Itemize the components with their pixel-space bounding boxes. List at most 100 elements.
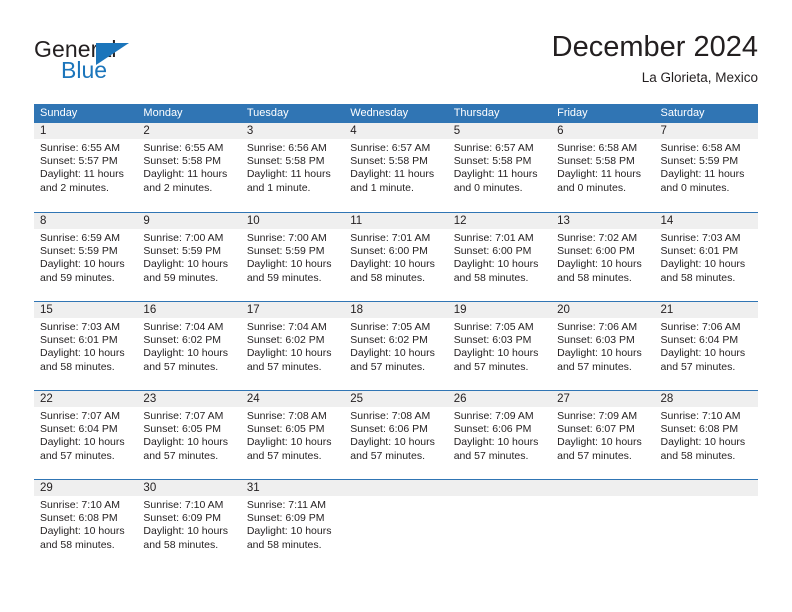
calendar-day-cell[interactable]: 30 Sunrise: 7:10 AM Sunset: 6:09 PM Dayligh… <box>137 480 240 568</box>
daylight-text: Daylight: 10 hours and 58 minutes. <box>246 525 332 551</box>
day-sun-info: Sunrise: 6:56 AM Sunset: 5:58 PM Daylight:… <box>247 142 344 195</box>
title-block: December 2024 La Glorieta, Mexico <box>552 30 758 88</box>
calendar-day-cell[interactable]: 13 Sunrise: 7:02 AM Sunset: 6:00 PM Dayligh… <box>551 213 654 301</box>
calendar-day-cell[interactable]: 4 Sunrise: 6:57 AM Sunset: 5:58 PM Daylight… <box>344 123 447 212</box>
week-day-cells: 8 Sunrise: 6:59 AM Sunset: 5:59 PM Daylight… <box>34 213 758 301</box>
calendar-day-cell[interactable]: 2 Sunrise: 6:55 AM Sunset: 5:58 PM Daylight… <box>137 123 240 212</box>
sunrise-text: Sunrise: 7:00 AM <box>143 232 224 244</box>
day-sun-info: Sunrise: 7:07 AM Sunset: 6:04 PM Daylight:… <box>40 410 137 463</box>
daylight-text: Daylight: 11 hours and 2 minutes. <box>143 168 228 194</box>
calendar-day-cell[interactable]: 3 Sunrise: 6:56 AM Sunset: 5:58 PM Daylight… <box>241 123 344 212</box>
sunrise-text: Sunrise: 6:58 AM <box>660 142 741 154</box>
sunset-text: Sunset: 6:07 PM <box>557 423 635 436</box>
sunset-text: Sunset: 6:04 PM <box>660 334 739 347</box>
sunset-text: Sunset: 6:08 PM <box>40 512 118 525</box>
calendar-day-cell[interactable]: 29 Sunrise: 7:10 AM Sunset: 6:08 PM Dayligh… <box>34 480 137 568</box>
sunset-text: Sunset: 5:59 PM <box>246 245 325 258</box>
daylight-text: Daylight: 10 hours and 57 minutes. <box>246 436 332 462</box>
sunrise-text: Sunrise: 7:09 AM <box>557 410 638 422</box>
daylight-text: Daylight: 11 hours and 2 minutes. <box>40 168 124 194</box>
day-number: 1 <box>40 125 47 137</box>
calendar-day-cell[interactable]: 10 Sunrise: 7:00 AM Sunset: 5:59 PM Dayligh… <box>241 213 344 301</box>
calendar-day-cell[interactable]: 25 Sunrise: 7:08 AM Sunset: 6:06 PM Dayligh… <box>344 391 447 479</box>
calendar-day-cell[interactable]: 28 Sunrise: 7:10 AM Sunset: 6:08 PM Dayligh… <box>655 391 758 479</box>
day-sun-info: Sunrise: 7:06 AM Sunset: 6:03 PM Daylight:… <box>557 321 654 374</box>
sunrise-text: Sunrise: 7:07 AM <box>40 410 120 422</box>
sunset-text: Sunset: 5:58 PM <box>350 155 428 168</box>
calendar-day-cell[interactable]: 1 Sunrise: 6:55 AM Sunset: 5:57 PM Daylight… <box>34 123 137 212</box>
calendar-day-cell[interactable]: 26 Sunrise: 7:09 AM Sunset: 6:06 PM Dayligh… <box>448 391 551 479</box>
daylight-text: Daylight: 10 hours and 57 minutes. <box>143 436 229 462</box>
sunrise-text: Sunrise: 7:10 AM <box>143 499 224 511</box>
sunrise-text: Sunrise: 6:57 AM <box>350 142 431 154</box>
day-sun-info: Sunrise: 7:03 AM Sunset: 6:01 PM Daylight:… <box>661 232 758 285</box>
daylight-text: Daylight: 10 hours and 57 minutes. <box>246 347 332 373</box>
daylight-text: Daylight: 10 hours and 57 minutes. <box>557 436 642 462</box>
day-number: 5 <box>453 125 461 137</box>
sunrise-text: Sunrise: 7:05 AM <box>350 321 431 333</box>
calendar-day-cell[interactable]: 20 Sunrise: 7:06 AM Sunset: 6:03 PM Dayligh… <box>551 302 654 390</box>
calendar-day-cell[interactable]: 7 Sunrise: 6:58 AM Sunset: 5:59 PM Daylight… <box>655 123 758 212</box>
calendar-day-cell[interactable]: 24 Sunrise: 7:08 AM Sunset: 6:05 PM Dayligh… <box>241 391 344 479</box>
daylight-text: Daylight: 10 hours and 57 minutes. <box>143 347 229 373</box>
daylight-text: Daylight: 10 hours and 58 minutes. <box>453 258 539 284</box>
day-sun-info: Sunrise: 7:05 AM Sunset: 6:03 PM Daylight:… <box>454 321 551 374</box>
daylight-text: Daylight: 10 hours and 57 minutes. <box>40 436 125 462</box>
daylight-text: Daylight: 11 hours and 1 minute. <box>350 168 435 194</box>
calendar-day-cell[interactable]: 11 Sunrise: 7:01 AM Sunset: 6:00 PM Dayligh… <box>344 213 447 301</box>
calendar-day-cell[interactable]: 6 Sunrise: 6:58 AM Sunset: 5:58 PM Daylight… <box>551 123 654 212</box>
daylight-text: Daylight: 10 hours and 58 minutes. <box>143 525 229 551</box>
calendar-day-cell[interactable]: 9 Sunrise: 7:00 AM Sunset: 5:59 PM Daylight… <box>137 213 240 301</box>
daylight-text: Daylight: 10 hours and 58 minutes. <box>350 258 435 284</box>
calendar-day-cell[interactable]: 12 Sunrise: 7:01 AM Sunset: 6:00 PM Dayligh… <box>448 213 551 301</box>
sunset-text: Sunset: 6:03 PM <box>453 334 532 347</box>
day-number: 20 <box>557 304 570 316</box>
day-sun-info: Sunrise: 7:05 AM Sunset: 6:02 PM Daylight:… <box>350 321 447 374</box>
day-sun-info: Sunrise: 6:58 AM Sunset: 5:58 PM Daylight:… <box>557 142 654 195</box>
sunrise-text: Sunrise: 7:10 AM <box>660 410 741 422</box>
calendar-week-row: 22 Sunrise: 7:07 AM Sunset: 6:04 PM Dayligh… <box>34 390 758 479</box>
sunset-text: Sunset: 6:03 PM <box>557 334 635 347</box>
day-sun-info: Sunrise: 7:10 AM Sunset: 6:08 PM Daylight:… <box>40 499 137 552</box>
daylight-text: Daylight: 10 hours and 59 minutes. <box>246 258 332 284</box>
location-subtitle: La Glorieta, Mexico <box>641 70 758 85</box>
calendar-day-cell[interactable]: 19 Sunrise: 7:05 AM Sunset: 6:03 PM Dayligh… <box>448 302 551 390</box>
day-number: 3 <box>246 125 254 137</box>
calendar-day-cell[interactable]: 5 Sunrise: 6:57 AM Sunset: 5:58 PM Daylight… <box>448 123 551 212</box>
day-number: 30 <box>143 482 157 494</box>
calendar-day-cell[interactable]: 22 Sunrise: 7:07 AM Sunset: 6:04 PM Dayligh… <box>34 391 137 479</box>
calendar-day-cell[interactable]: 17 Sunrise: 7:04 AM Sunset: 6:02 PM Dayligh… <box>241 302 344 390</box>
daylight-text: Daylight: 10 hours and 58 minutes. <box>660 436 746 462</box>
calendar-week-row: 29 Sunrise: 7:10 AM Sunset: 6:08 PM Dayligh… <box>34 479 758 568</box>
daylight-text: Daylight: 10 hours and 57 minutes. <box>350 347 435 373</box>
calendar-day-cell[interactable]: 27 Sunrise: 7:09 AM Sunset: 6:07 PM Dayligh… <box>551 391 654 479</box>
week-day-cells: 15 Sunrise: 7:03 AM Sunset: 6:01 PM Dayligh… <box>34 302 758 390</box>
calendar-day-cell[interactable]: 31 Sunrise: 7:11 AM Sunset: 6:09 PM Dayligh… <box>241 480 344 568</box>
calendar-day-cell[interactable]: 15 Sunrise: 7:03 AM Sunset: 6:01 PM Dayligh… <box>34 302 137 390</box>
sunset-text: Sunset: 6:05 PM <box>246 423 325 436</box>
week-day-cells: 29 Sunrise: 7:10 AM Sunset: 6:08 PM Dayligh… <box>34 480 758 568</box>
weekday-header-saturday: Saturday <box>660 107 705 119</box>
day-sun-info: Sunrise: 7:11 AM Sunset: 6:09 PM Daylight:… <box>247 499 344 552</box>
sunrise-text: Sunrise: 7:09 AM <box>453 410 534 422</box>
calendar-day-cell[interactable]: 8 Sunrise: 6:59 AM Sunset: 5:59 PM Daylight… <box>34 213 137 301</box>
day-sun-info: Sunrise: 7:01 AM Sunset: 6:00 PM Daylight:… <box>454 232 551 285</box>
sunrise-text: Sunrise: 7:03 AM <box>40 321 120 333</box>
calendar-day-cell[interactable]: 23 Sunrise: 7:07 AM Sunset: 6:05 PM Dayligh… <box>137 391 240 479</box>
calendar-day-cell[interactable]: 18 Sunrise: 7:05 AM Sunset: 6:02 PM Dayligh… <box>344 302 447 390</box>
sunrise-text: Sunrise: 7:01 AM <box>453 232 534 244</box>
sunrise-text: Sunrise: 6:56 AM <box>246 142 327 154</box>
day-number: 21 <box>660 304 674 316</box>
calendar-day-cell[interactable]: 16 Sunrise: 7:04 AM Sunset: 6:02 PM Dayligh… <box>137 302 240 390</box>
sunrise-text: Sunrise: 7:03 AM <box>660 232 741 244</box>
sunrise-text: Sunrise: 6:58 AM <box>557 142 638 154</box>
sunrise-text: Sunrise: 6:55 AM <box>40 142 120 154</box>
calendar-weeks: 1 Sunrise: 6:55 AM Sunset: 5:57 PM Daylight… <box>34 123 758 568</box>
day-number: 25 <box>350 393 364 405</box>
sunset-text: Sunset: 6:09 PM <box>143 512 222 525</box>
calendar-day-cell[interactable]: 21 Sunrise: 7:06 AM Sunset: 6:04 PM Dayligh… <box>655 302 758 390</box>
day-sun-info: Sunrise: 7:02 AM Sunset: 6:00 PM Daylight:… <box>557 232 654 285</box>
day-sun-info: Sunrise: 7:09 AM Sunset: 6:06 PM Daylight:… <box>454 410 551 463</box>
daylight-text: Daylight: 10 hours and 57 minutes. <box>453 436 539 462</box>
calendar-day-cell[interactable]: 14 Sunrise: 7:03 AM Sunset: 6:01 PM Dayligh… <box>655 213 758 301</box>
